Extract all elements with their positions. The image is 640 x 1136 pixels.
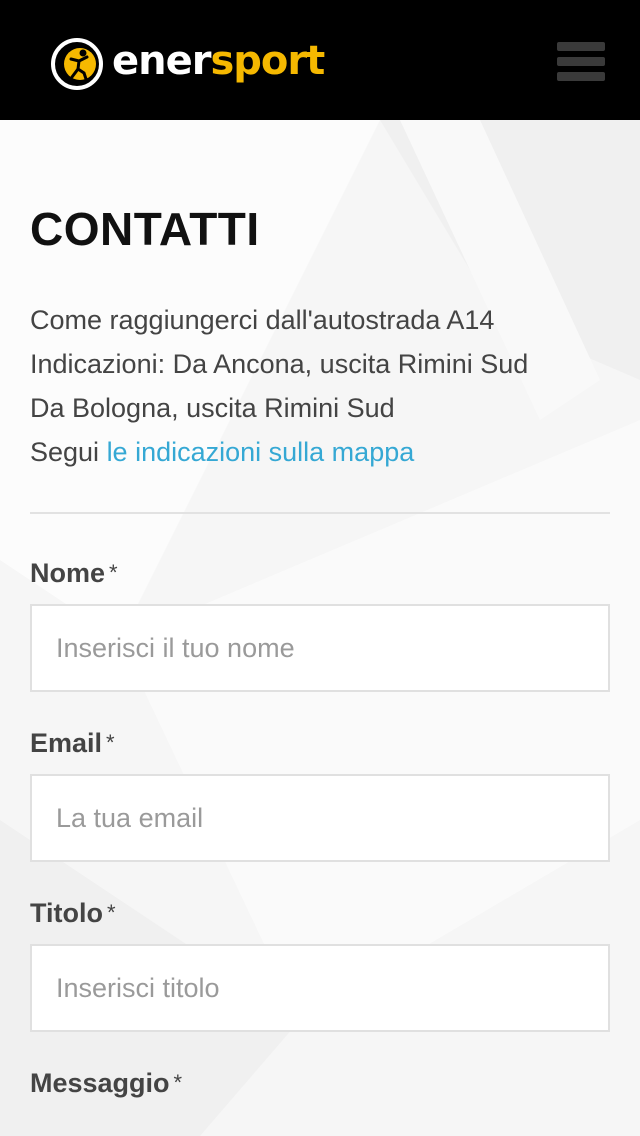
name-label: Nome * [30,558,610,588]
directions-info: Come raggiungerci dall'autostrada A14 In… [30,298,610,474]
site-header: enersport [0,0,640,120]
required-mark: * [109,560,118,585]
required-mark: * [106,730,115,755]
email-field-group: Email * [30,728,610,862]
message-field-group: Messaggio * [30,1068,610,1098]
email-label-text: Email [30,728,103,758]
brand-logo[interactable]: enersport [50,36,325,92]
name-input[interactable] [30,604,610,692]
title-field-group: Titolo * [30,898,610,1032]
runner-logo-icon [51,38,103,90]
message-label-text: Messaggio [30,1068,170,1098]
brand-wordmark-part1: ener [112,38,211,84]
name-label-text: Nome [30,558,106,588]
email-label: Email * [30,728,610,758]
required-mark: * [173,1070,183,1095]
title-label-text: Titolo [30,898,103,928]
hamburger-icon-bar [557,72,605,81]
email-input[interactable] [30,774,610,862]
hamburger-icon-bar [557,42,605,51]
info-line: Indicazioni: Da Ancona, uscita Rimini Su… [30,349,529,379]
hamburger-menu-button[interactable] [557,42,605,82]
title-label: Titolo * [30,898,610,928]
brand-wordmark-part2: sport [210,38,325,84]
brand-wordmark: enersport [112,38,325,84]
info-line: Segui le indicazioni sulla mappa [30,430,610,474]
directions-prefix: Segui [30,437,107,467]
page-title: CONTATTI [30,203,260,255]
info-line: Da Bologna, uscita Rimini Sud [30,393,395,423]
main-content: CONTATTI Come raggiungerci dall'autostra… [30,120,610,1098]
message-label: Messaggio * [30,1068,610,1098]
name-field-group: Nome * [30,558,610,692]
title-input[interactable] [30,944,610,1032]
map-directions-link[interactable]: le indicazioni sulla mappa [107,437,415,467]
hamburger-icon-bar [557,57,605,66]
required-mark: * [106,900,116,925]
info-line: Come raggiungerci dall'autostrada A14 [30,305,495,335]
section-divider [30,512,610,514]
